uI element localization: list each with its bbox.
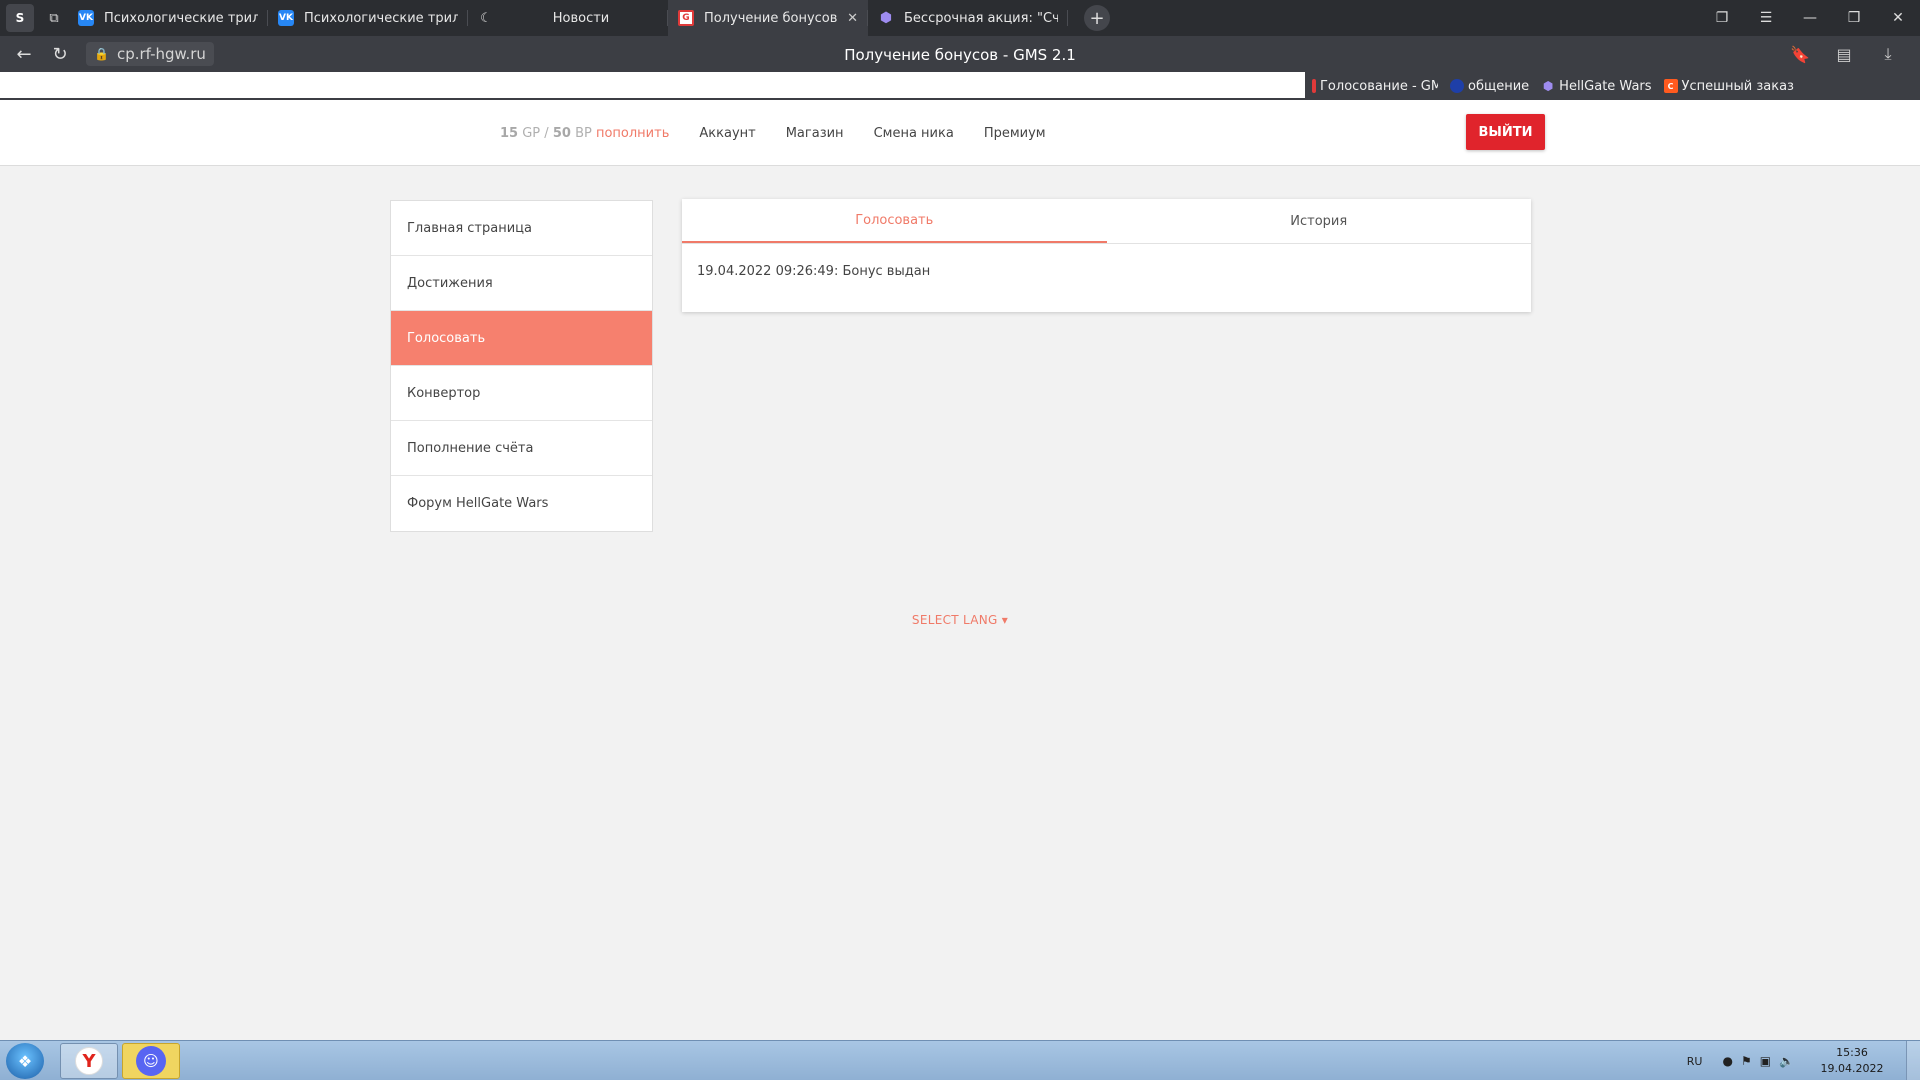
menu-icon[interactable]: ☰ (1744, 0, 1788, 36)
order-icon: C (1663, 79, 1678, 93)
sidebar-item-vote[interactable]: Голосовать (391, 311, 652, 366)
browser-tab-2[interactable]: VK Психологические триллер (268, 0, 468, 36)
new-tab-button[interactable]: + (1084, 5, 1110, 31)
tab-title: Психологические триллер (104, 10, 258, 26)
hex-icon: ⬢ (879, 10, 893, 26)
nav-account[interactable]: Аккаунт (699, 126, 755, 141)
tab-vote[interactable]: Голосовать (682, 199, 1107, 243)
tab-title: Получение бонусов - G (704, 10, 841, 26)
clock-time: 15:36 (1836, 1046, 1868, 1059)
close-icon[interactable]: ✕ (847, 11, 858, 26)
browser-tab-bar: S ⧉ VK Психологические триллер VK Психол… (0, 0, 1920, 36)
url-field[interactable]: 🔒 cp.rf-hgw.ru (86, 42, 214, 66)
top-navigation: 15 GP / 50 BP пополнить Аккаунт Магазин … (500, 100, 1076, 166)
bookmark-voting[interactable]: Голосование - GM (1312, 79, 1438, 94)
reload-icon[interactable]: ↻ (42, 36, 78, 72)
browser-tab-5[interactable]: ⬢ Бессрочная акция: "Счас (868, 0, 1068, 36)
tab-history[interactable]: История (1107, 199, 1532, 243)
gp-unit: GP (522, 125, 541, 141)
back-icon[interactable]: ← (6, 36, 42, 72)
taskbar-discord[interactable]: ☺ (122, 1043, 180, 1079)
show-desktop-button[interactable] (1906, 1041, 1920, 1080)
reader-icon[interactable]: ▤ (1822, 45, 1866, 64)
logout-button[interactable]: ВЫЙТИ (1466, 114, 1545, 150)
sidebar-item-converter[interactable]: Конвертор (391, 366, 652, 421)
network-icon[interactable]: ▣ (1760, 1054, 1771, 1068)
moon-icon: ☾ (480, 10, 492, 26)
bookmark-hellgate[interactable]: ⬢ HellGate Wars (1541, 78, 1652, 94)
page-top-strip (0, 72, 1305, 98)
bookmark-chat[interactable]: общение (1450, 79, 1529, 94)
start-button[interactable]: ❖ (6, 1043, 44, 1079)
taskbar-yandex[interactable]: Y (60, 1043, 118, 1079)
history-entry: 19.04.2022 09:26:49: Бонус выдан (697, 264, 931, 279)
balance-separator: / (544, 125, 549, 141)
browser-tab-1[interactable]: VK Психологические триллер (68, 0, 268, 36)
address-bar-actions: 🔖 ▤ ⤓ (1778, 36, 1910, 72)
minimize-icon[interactable]: — (1788, 0, 1832, 36)
bookmark-icon[interactable]: 🔖 (1778, 45, 1822, 64)
topup-link[interactable]: пополнить (596, 126, 669, 141)
system-tray: RU ● ⚑ ▣ 🔈 15:36 19.04.2022 (1687, 1041, 1890, 1080)
sidebar-item-topup[interactable]: Пополнение счёта (391, 421, 652, 476)
volume-icon[interactable]: 🔈 (1779, 1054, 1794, 1068)
bookmark-label: Голосование - GM (1320, 78, 1438, 94)
sidebar-item-home[interactable]: Главная страница (391, 201, 652, 256)
bp-amount: 50 (552, 125, 571, 141)
browser-tab-4[interactable]: G Получение бонусов - G ✕ (668, 0, 868, 36)
close-window-icon[interactable]: ✕ (1876, 0, 1920, 36)
bookmark-order[interactable]: C Успешный заказ (1663, 78, 1794, 94)
url-text: cp.rf-hgw.ru (116, 45, 206, 63)
browser-tab-3[interactable]: ☾ Новости (468, 0, 668, 36)
balance: 15 GP / 50 BP пополнить (500, 126, 669, 141)
site-header: 15 GP / 50 BP пополнить Аккаунт Магазин … (0, 100, 1920, 166)
hex-icon: ⬢ (1542, 79, 1554, 93)
profile-label: S (15, 11, 25, 25)
gms-icon (1312, 79, 1316, 93)
bp-unit: BP (575, 125, 592, 141)
sidebar-item-achievements[interactable]: Достижения (391, 256, 652, 311)
vote-card: Голосовать История 19.04.2022 09:26:49: … (682, 199, 1531, 312)
select-lang-dropdown[interactable]: SELECT LANG ▾ (0, 613, 1920, 627)
bookmarks-bar: Голосование - GM общение ⬢ HellGate Wars… (0, 72, 1920, 100)
language-indicator[interactable]: RU (1687, 1055, 1703, 1068)
tab-title: Новости (552, 10, 610, 26)
gp-amount: 15 (500, 125, 519, 141)
sidebar: Главная страница Достижения Голосовать К… (390, 200, 653, 532)
restore-icon[interactable]: ❒ (1832, 0, 1876, 36)
profile-button[interactable]: S (6, 4, 34, 32)
clock-date: 19.04.2022 (1820, 1062, 1884, 1075)
sidebar-item-forum[interactable]: Форум HellGate Wars (391, 476, 652, 531)
bookmark-label: общение (1468, 78, 1530, 94)
discord-tray-icon[interactable]: ● (1722, 1054, 1732, 1068)
bookmark-label: Успешный заказ (1681, 78, 1794, 94)
tab-title: Психологические триллер (304, 10, 458, 26)
bookmark-label: HellGate Wars (1559, 78, 1652, 94)
nav-change-nick[interactable]: Смена ника (874, 126, 954, 141)
taskbar: ❖ Y ☺ RU ● ⚑ ▣ 🔈 15:36 19.04.2022 (0, 1040, 1920, 1080)
vk-icon: VK (278, 10, 294, 26)
clock[interactable]: 15:36 19.04.2022 (1814, 1045, 1890, 1077)
discord-icon: ☺ (136, 1046, 166, 1076)
yandex-icon: Y (75, 1047, 103, 1075)
flag-icon[interactable]: ⚑ (1741, 1054, 1752, 1068)
nav-premium[interactable]: Премиум (984, 126, 1046, 141)
lock-icon: 🔒 (94, 47, 109, 61)
vk-icon: VK (78, 10, 94, 26)
window-controls: ❐ ☰ — ❒ ✕ (1700, 0, 1920, 36)
address-bar: ← ↻ 🔒 cp.rf-hgw.ru (0, 36, 1920, 72)
card-tabs: Голосовать История (682, 199, 1531, 244)
download-icon[interactable]: ⤓ (1866, 44, 1910, 64)
nav-shop[interactable]: Магазин (786, 126, 844, 141)
gms-icon: G (678, 10, 694, 26)
collections-icon[interactable]: ❐ (1700, 0, 1744, 36)
tab-manager-icon[interactable]: ⧉ (40, 4, 68, 32)
tab-title: Бессрочная акция: "Счас (904, 10, 1058, 26)
badge-icon (1450, 79, 1464, 93)
